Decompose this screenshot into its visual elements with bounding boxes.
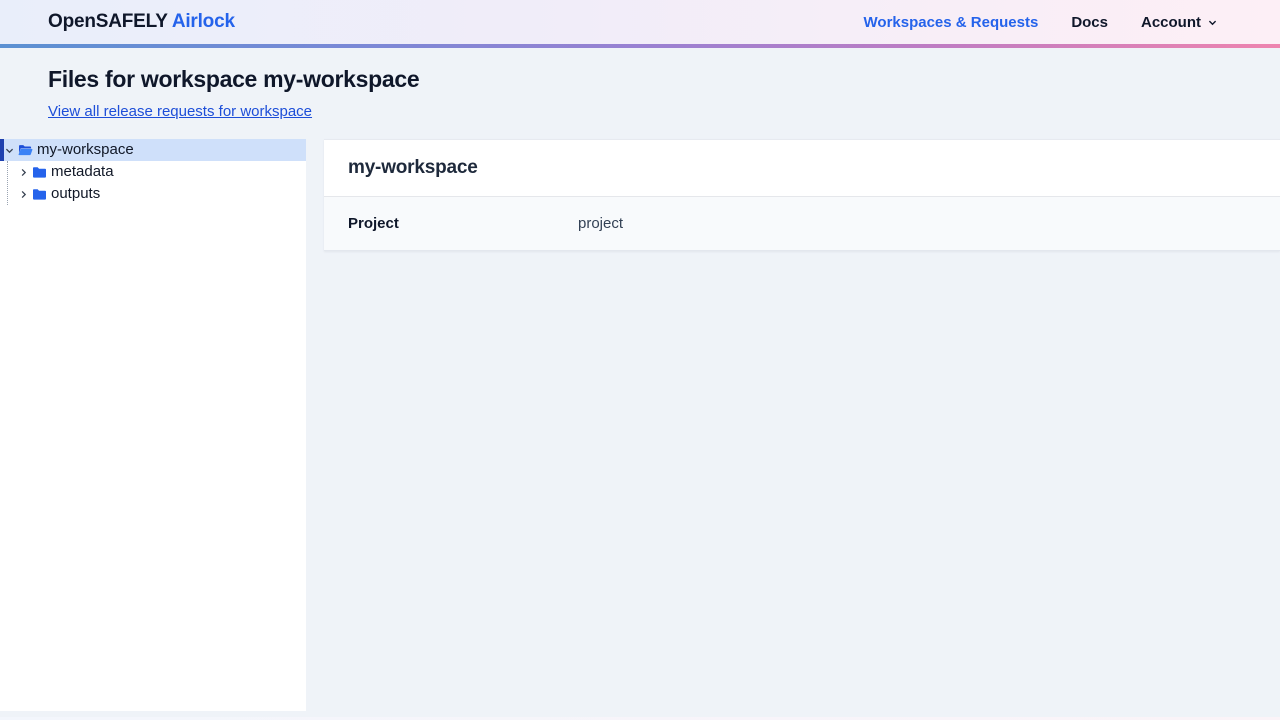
workspace-detail-card: my-workspace Project project xyxy=(324,139,1280,251)
chevron-right-icon[interactable] xyxy=(18,189,29,200)
detail-card-header: my-workspace xyxy=(324,140,1280,197)
top-nav: Workspaces & Requests Docs Account xyxy=(864,14,1218,31)
app-header: OpenSAFELY Airlock Workspaces & Requests… xyxy=(0,0,1280,44)
file-tree-sidebar: my-workspace metadata xyxy=(0,139,306,711)
view-all-release-requests-link[interactable]: View all release requests for workspace xyxy=(48,102,312,121)
page-title: Files for workspace my-workspace xyxy=(48,65,1232,93)
chevron-down-icon[interactable] xyxy=(4,145,15,156)
folder-icon xyxy=(32,166,47,179)
tree-item-label: metadata xyxy=(51,161,114,183)
detail-row-label: Project xyxy=(348,215,578,232)
chevron-right-icon[interactable] xyxy=(18,167,29,178)
tree-item-label: outputs xyxy=(51,183,100,205)
folder-open-icon xyxy=(18,144,33,157)
tree-item-outputs[interactable]: outputs xyxy=(8,183,306,205)
nav-account-menu[interactable]: Account xyxy=(1141,14,1218,31)
file-tree: my-workspace metadata xyxy=(0,139,306,205)
detail-card-title: my-workspace xyxy=(348,157,478,179)
nav-workspaces-requests[interactable]: Workspaces & Requests xyxy=(864,14,1039,31)
tree-children-my-workspace: metadata outputs xyxy=(7,161,306,205)
logo-accent: Airlock xyxy=(172,11,235,32)
tree-item-my-workspace[interactable]: my-workspace xyxy=(0,139,306,161)
detail-row-value: project xyxy=(578,215,623,232)
nav-docs[interactable]: Docs xyxy=(1071,14,1108,31)
account-label: Account xyxy=(1141,14,1201,31)
tree-item-metadata[interactable]: metadata xyxy=(8,161,306,183)
chevron-down-icon xyxy=(1207,17,1218,28)
folder-icon xyxy=(32,188,47,201)
detail-row-project: Project project xyxy=(324,197,1280,251)
logo-primary: OpenSAFELY xyxy=(48,11,167,32)
app-logo[interactable]: OpenSAFELY Airlock xyxy=(48,11,235,33)
page-heading-section: Files for workspace my-workspace View al… xyxy=(0,48,1280,139)
content-area: my-workspace metadata xyxy=(0,139,1280,711)
tree-item-label: my-workspace xyxy=(37,139,134,161)
